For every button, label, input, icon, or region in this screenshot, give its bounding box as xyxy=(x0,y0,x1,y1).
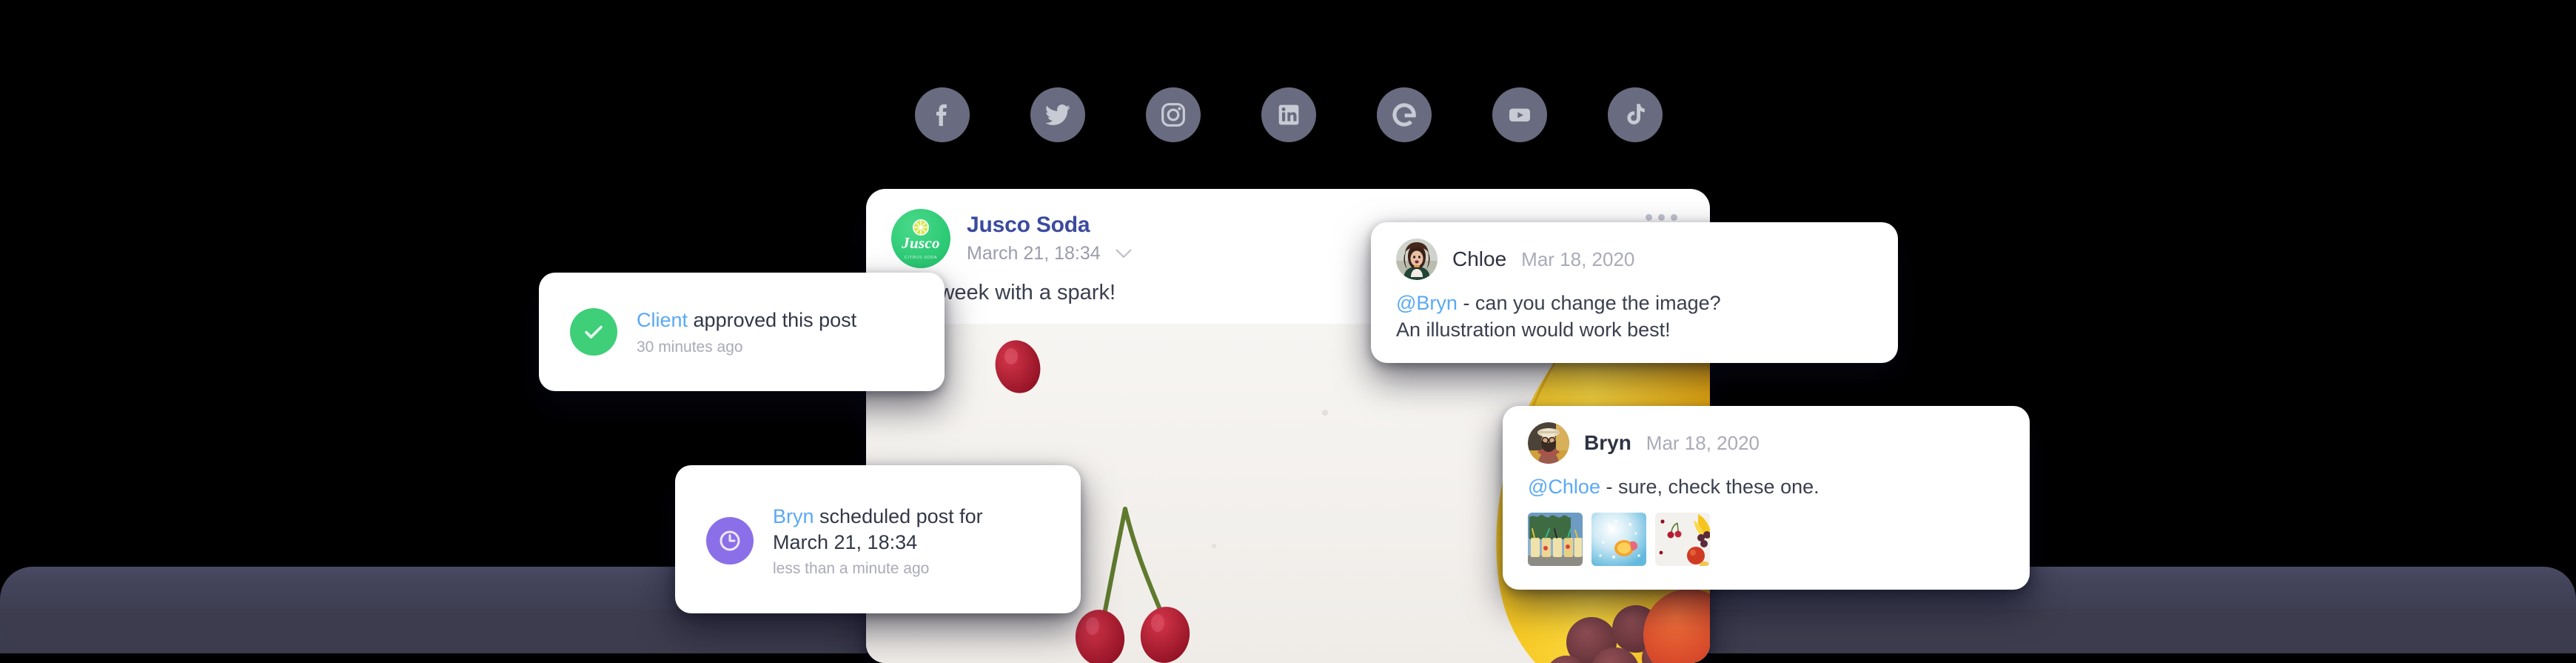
comment-body-line1: - sure, check these one. xyxy=(1600,476,1819,498)
bryn-avatar[interactable] xyxy=(1528,422,1569,464)
comment-body-line1: - can you change the image? xyxy=(1457,292,1721,314)
comment-body-line2: An illustration would work best! xyxy=(1396,318,1671,341)
comment-attachments xyxy=(1528,512,2008,566)
brand-logo-subtitle: CITRUS SODA xyxy=(904,256,938,260)
social-network-bar xyxy=(915,87,1663,142)
comment-author: Chloe xyxy=(1452,247,1507,270)
notification-message: approved this post xyxy=(688,309,857,332)
orange-splash-thumbnail[interactable] xyxy=(1591,512,1646,566)
notification-title: Bryn scheduled post for xyxy=(773,504,983,530)
google-icon[interactable] xyxy=(1377,87,1432,142)
youtube-icon[interactable] xyxy=(1492,87,1547,142)
notification-message-line2: March 21, 18:34 xyxy=(773,531,918,553)
notification-title: Client approved this post xyxy=(637,307,856,333)
notification-timestamp: less than a minute ago xyxy=(773,560,930,578)
notification-actor: Client xyxy=(637,309,688,332)
comment-body: @Chloe - sure, check these one. xyxy=(1528,474,2008,501)
post-brand-name: Jusco Soda xyxy=(967,213,1090,237)
comment-date: Mar 18, 2020 xyxy=(1646,431,1760,454)
comment-card-bryn[interactable]: Bryn Mar 18, 2020 @Chloe - sure, check t… xyxy=(1503,406,2030,590)
fruit-flatlay-thumbnail[interactable] xyxy=(1655,512,1710,566)
notification-message: scheduled post for xyxy=(814,504,983,527)
notification-card-scheduled[interactable]: Bryn scheduled post for March 21, 18:34 … xyxy=(675,465,1081,613)
lemonade-jars-thumbnail[interactable] xyxy=(1528,512,1583,566)
comment-author: Bryn xyxy=(1584,431,1631,454)
dot xyxy=(1671,214,1677,221)
brand-logo-name: Jusco xyxy=(902,234,940,252)
chevron-down-icon[interactable] xyxy=(1116,249,1132,259)
dot xyxy=(1646,214,1652,221)
notification-actor: Bryn xyxy=(773,504,814,527)
notification-timestamp: 30 minutes ago xyxy=(637,338,743,356)
tiktok-icon[interactable] xyxy=(1608,87,1663,142)
check-circle-icon xyxy=(570,308,617,356)
jusco-brand-logo: Jusco CITRUS SODA xyxy=(891,209,950,268)
comment-mention[interactable]: @Chloe xyxy=(1528,476,1600,498)
linkedin-icon[interactable] xyxy=(1261,87,1316,142)
screenshot-stage: Jusco CITRUS SODA Jusco Soda March 21, 1… xyxy=(0,0,2576,663)
notification-card-approved[interactable]: Client approved this post 30 minutes ago xyxy=(539,273,945,391)
comment-body: @Bryn - can you change the image? An illu… xyxy=(1396,290,1876,343)
dot xyxy=(1658,214,1665,221)
instagram-icon[interactable] xyxy=(1146,87,1201,142)
comment-mention[interactable]: @Bryn xyxy=(1396,292,1458,314)
facebook-icon[interactable] xyxy=(915,87,970,142)
clock-circle-icon xyxy=(706,517,754,564)
chloe-avatar[interactable] xyxy=(1396,239,1438,280)
comment-card-chloe[interactable]: Chloe Mar 18, 2020 @Bryn - can you chang… xyxy=(1371,222,1898,363)
post-datetime: March 21, 18:34 xyxy=(967,243,1101,264)
twitter-icon[interactable] xyxy=(1030,87,1085,142)
comment-date: Mar 18, 2020 xyxy=(1521,247,1635,270)
post-meta: Jusco Soda March 21, 18:34 xyxy=(967,213,1132,264)
more-options-icon[interactable] xyxy=(1646,214,1677,221)
